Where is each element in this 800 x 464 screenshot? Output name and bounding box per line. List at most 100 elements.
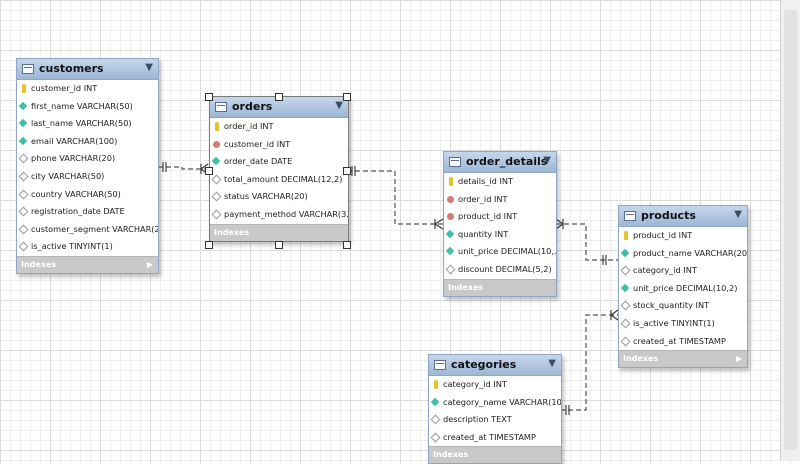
column-text: registration_date DATE: [31, 206, 125, 217]
not-null-column-icon: [18, 101, 28, 110]
vertical-scrollbar[interactable]: [780, 0, 800, 460]
column-row[interactable]: order_id INT: [210, 118, 348, 136]
column-row[interactable]: country VARCHAR(50): [17, 186, 158, 204]
column-row[interactable]: quantity INT: [444, 226, 556, 244]
column-row[interactable]: unit_price DECIMAL(10,...: [444, 243, 556, 261]
foreign-key-icon: [447, 213, 454, 221]
column-row[interactable]: product_id INT: [444, 208, 556, 226]
indexes-section[interactable]: Indexes ▶: [619, 350, 747, 368]
table-orders[interactable]: orders ▼ order_id INT customer_id INT orde…: [209, 96, 349, 242]
column-row[interactable]: customer_segment VARCHAR(2...: [17, 221, 158, 239]
column-row[interactable]: category_name VARCHAR(10...: [429, 394, 561, 412]
column-row[interactable]: city VARCHAR(50): [17, 168, 158, 186]
column-row[interactable]: email VARCHAR(100): [17, 133, 158, 151]
foreign-key-icon: [447, 195, 454, 203]
nullable-column-icon: [430, 414, 441, 425]
resize-handle[interactable]: [205, 93, 213, 101]
indexes-section[interactable]: Indexes: [444, 278, 556, 296]
column-list: customer_id INT first_name VARCHAR(50) las…: [17, 80, 158, 256]
column-row[interactable]: category_id INT: [429, 376, 561, 394]
indexes-section[interactable]: Indexes ▶: [17, 255, 158, 273]
collapse-arrow-icon[interactable]: ▼: [734, 209, 742, 220]
column-row[interactable]: discount DECIMAL(5,2): [444, 261, 556, 279]
primary-key-icon: [215, 122, 219, 131]
collapse-arrow-icon[interactable]: ▼: [543, 155, 551, 166]
column-row[interactable]: product_id INT: [619, 227, 747, 245]
column-text: product_id INT: [458, 211, 518, 222]
column-text: phone VARCHAR(20): [31, 153, 116, 164]
collapse-arrow-icon[interactable]: ▼: [145, 62, 153, 73]
column-row[interactable]: category_id INT: [619, 262, 747, 280]
table-header[interactable]: customers ▼: [17, 59, 158, 80]
resize-handle[interactable]: [205, 167, 213, 175]
column-row[interactable]: order_date DATE: [210, 153, 348, 171]
primary-key-icon: [624, 231, 628, 240]
table-order_details[interactable]: order_details ▼ details_id INT order_id I…: [443, 151, 557, 297]
column-row[interactable]: unit_price DECIMAL(10,2): [619, 280, 747, 298]
column-row[interactable]: description TEXT: [429, 411, 561, 429]
not-null-column-icon: [211, 156, 221, 166]
nullable-column-icon: [211, 174, 222, 185]
not-null-column-icon: [430, 397, 440, 406]
table-name: orders: [232, 100, 273, 113]
column-text: product_name VARCHAR(200): [633, 247, 747, 258]
expand-arrow-icon[interactable]: ▶: [147, 257, 153, 273]
column-row[interactable]: payment_method VARCHAR(3...: [210, 206, 348, 224]
resize-handle[interactable]: [275, 93, 283, 101]
one-marker-customers: [162, 162, 167, 172]
nullable-column-icon: [620, 300, 631, 311]
table-customers[interactable]: customers ▼ customer_id INT first_name VA…: [16, 58, 159, 274]
column-text: created_at TIMESTAMP: [443, 431, 536, 442]
nullable-column-icon: [18, 171, 29, 182]
not-null-column-icon: [18, 136, 28, 146]
rel-categories-products-line[interactable]: [560, 314, 618, 411]
indexes-label: Indexes: [214, 227, 250, 237]
column-row[interactable]: created_at TIMESTAMP: [429, 429, 561, 447]
resize-handle[interactable]: [275, 241, 283, 249]
scrollbar-thumb[interactable]: [784, 10, 797, 450]
not-null-column-icon: [620, 248, 630, 257]
indexes-section[interactable]: Indexes: [210, 223, 348, 241]
column-text: is_active TINYINT(1): [31, 241, 113, 252]
column-row[interactable]: stock_quantity INT: [619, 297, 747, 315]
expand-arrow-icon[interactable]: ▶: [736, 351, 742, 367]
column-row[interactable]: customer_id INT: [17, 80, 158, 98]
column-row[interactable]: registration_date DATE: [17, 203, 158, 221]
column-row[interactable]: phone VARCHAR(20): [17, 150, 158, 168]
column-row[interactable]: last_name VARCHAR(50): [17, 115, 158, 133]
table-icon: [434, 360, 446, 370]
rel-products-order_details-line[interactable]: [556, 223, 618, 261]
indexes-section[interactable]: Indexes: [429, 446, 561, 464]
resize-handle[interactable]: [343, 167, 351, 175]
table-header[interactable]: products ▼: [619, 206, 747, 227]
resize-handle[interactable]: [205, 241, 213, 249]
collapse-arrow-icon[interactable]: ▼: [335, 100, 343, 111]
table-icon: [215, 102, 227, 112]
column-text: customer_id INT: [224, 138, 291, 149]
column-text: product_id INT: [633, 230, 693, 240]
indexes-label: Indexes: [21, 259, 57, 269]
column-row[interactable]: customer_id INT: [210, 136, 348, 154]
rel-orders-order_details-line[interactable]: [347, 170, 443, 225]
nullable-column-icon: [18, 153, 29, 164]
table-header[interactable]: order_details ▼: [444, 152, 556, 173]
resize-handle[interactable]: [343, 241, 351, 249]
column-row[interactable]: product_name VARCHAR(200): [619, 245, 747, 263]
column-row[interactable]: created_at TIMESTAMP: [619, 333, 747, 351]
column-row[interactable]: total_amount DECIMAL(12,2): [210, 171, 348, 189]
column-row[interactable]: is_active TINYINT(1): [619, 315, 747, 333]
column-text: payment_method VARCHAR(3...: [224, 208, 348, 219]
table-categories[interactable]: categories ▼ category_id INT category_nam…: [428, 354, 562, 464]
resize-handle[interactable]: [343, 93, 351, 101]
table-products[interactable]: products ▼ product_id INT product_name VA…: [618, 205, 748, 369]
not-null-column-icon: [445, 247, 455, 256]
column-row[interactable]: first_name VARCHAR(50): [17, 98, 158, 116]
table-header[interactable]: categories ▼: [429, 355, 561, 376]
column-row[interactable]: status VARCHAR(20): [210, 188, 348, 206]
collapse-arrow-icon[interactable]: ▼: [548, 358, 556, 369]
column-text: country VARCHAR(50): [31, 188, 121, 199]
column-row[interactable]: order_id INT: [444, 191, 556, 209]
column-row[interactable]: details_id INT: [444, 173, 556, 191]
column-row[interactable]: is_active TINYINT(1): [17, 238, 158, 256]
column-text: unit_price DECIMAL(10,...: [458, 246, 556, 257]
